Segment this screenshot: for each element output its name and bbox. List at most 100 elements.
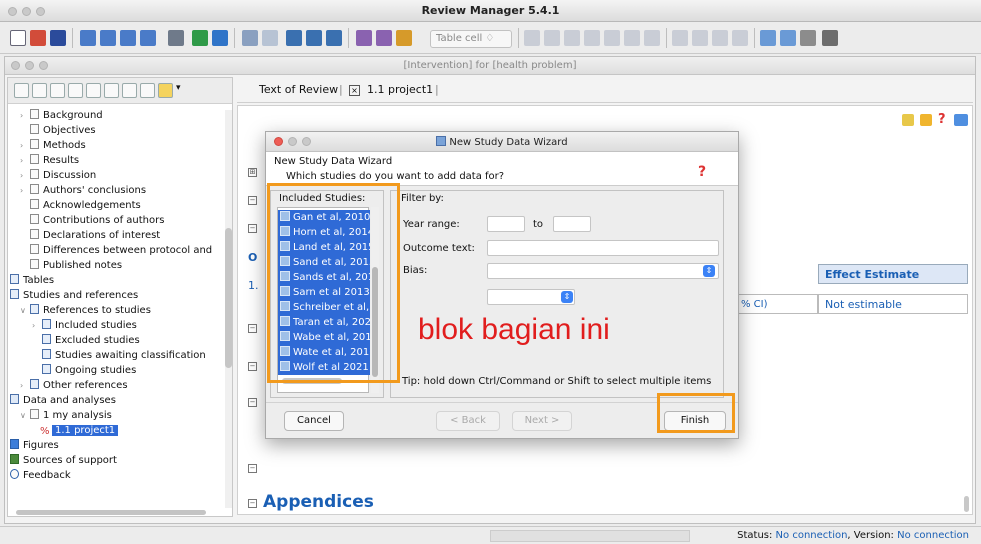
delete-icon[interactable] [120,30,136,46]
table-row-partial-1: 1. [248,279,259,292]
tree-item-acknowledgements[interactable]: Acknowledgements [30,198,141,213]
find-icon[interactable] [376,30,392,46]
collapse-toggle-3[interactable]: − [248,224,263,235]
navigate-icon[interactable] [954,114,968,126]
tree-item-differences[interactable]: Differences between protocol and [30,243,212,258]
add-icon[interactable] [100,30,116,46]
tree-item-discussion[interactable]: › Discussion [20,168,96,183]
forward-arrow-icon[interactable] [212,30,228,46]
help-icon[interactable]: ? [938,112,946,127]
filter-panel: Filter by: Year range: to Outcome text: … [390,190,724,398]
back-arrow-icon[interactable] [192,30,208,46]
tree-item-published-notes[interactable]: Published notes [30,258,122,273]
year-to-input[interactable] [553,216,591,232]
tree-item-declarations[interactable]: Declarations of interest [30,228,160,243]
collapse-toggle-1[interactable]: ⊞ [248,168,263,179]
sticky-note-icon[interactable] [920,114,932,126]
tab-text-of-review[interactable]: Text of Review [259,83,338,96]
outline-vertical-scrollbar[interactable] [225,110,232,508]
tree-item-authors-conclusions[interactable]: › Authors' conclusions [20,183,146,198]
style-select[interactable]: Table cell ♢ [430,30,512,48]
tree-item-feedback[interactable]: Feedback [10,468,71,483]
tree-item-excluded-studies[interactable]: Excluded studies [42,333,140,348]
spellcheck-icon[interactable] [356,30,372,46]
home-icon[interactable] [80,30,96,46]
year-from-input[interactable] [487,216,525,232]
tree-item-studies-references[interactable]: Studies and references [10,288,138,303]
edit-note-icon[interactable] [902,114,914,126]
insert-icon[interactable] [396,30,412,46]
tree-item-my-analysis[interactable]: ∨ 1 my analysis [20,408,112,423]
tree-item-figures[interactable]: Figures [10,438,59,453]
unlink-icon[interactable] [780,30,796,46]
tree-item-references-to-studies[interactable]: ∨ References to studies [20,303,151,318]
tree-item-results[interactable]: › Results [20,153,79,168]
outline-edit-icon[interactable] [32,83,47,98]
tree-item-tables[interactable]: Tables [10,273,54,288]
tree-item-awaiting-classification[interactable]: Studies awaiting classification [42,348,206,363]
collapse-toggle-6[interactable]: − [248,398,263,409]
save-icon[interactable] [50,30,66,46]
indent-icon[interactable] [712,30,728,46]
collapse-toggle-2[interactable]: − [248,196,263,207]
tree-item-ongoing-studies[interactable]: Ongoing studies [42,363,136,378]
content-scroll-thumb[interactable] [964,496,969,512]
draw-icon[interactable] [624,30,640,46]
superscript-icon[interactable] [584,30,600,46]
collapse-toggle-4[interactable]: − [248,324,263,335]
underline-icon[interactable] [564,30,580,46]
bias-select[interactable] [487,263,719,279]
view-icon[interactable] [822,30,838,46]
tree-item-other-references[interactable]: › Other references [20,378,128,393]
tree-item-objectives[interactable]: Objectives [30,123,96,138]
outline-add-icon[interactable] [158,83,173,98]
tree-item-sources-support[interactable]: Sources of support [10,453,117,468]
appendices-heading[interactable]: − Appendices [248,492,374,512]
next-button[interactable]: Next > [512,411,572,431]
outline-scroll-thumb[interactable] [225,228,232,368]
outline-view-icon[interactable] [14,83,29,98]
open-folder-icon[interactable] [30,30,46,46]
outline-horizontal-scrollbar[interactable] [16,510,206,515]
bullet-list-icon[interactable] [672,30,688,46]
redo-icon[interactable] [262,30,278,46]
cancel-button[interactable]: Cancel [284,411,344,431]
outline-note-icon[interactable] [68,83,83,98]
special-character-icon[interactable] [800,30,816,46]
tree-item-included-studies[interactable]: › Included studies [32,318,137,333]
tree-item-project1[interactable]: % 1.1 project1 [40,423,119,438]
collapse-toggle-7[interactable]: − [248,464,263,475]
outline-pencil-icon[interactable] [140,83,155,98]
numbered-list-icon[interactable] [692,30,708,46]
copy-icon[interactable] [306,30,322,46]
undo-icon[interactable] [242,30,258,46]
link-icon[interactable] [760,30,776,46]
table-icon[interactable] [644,30,660,46]
collapse-toggle-5[interactable]: − [248,362,263,373]
tree-item-data-analyses[interactable]: Data and analyses [10,393,116,408]
close-tab-icon[interactable]: × [349,85,360,96]
tree-item-methods[interactable]: › Methods [20,138,86,153]
outline-dropdown-icon[interactable]: ▾ [176,83,184,98]
bias-select-arrow-icon[interactable]: ⇕ [703,265,715,277]
outline-search-icon[interactable] [50,83,65,98]
properties-icon[interactable] [140,30,156,46]
outdent-icon[interactable] [732,30,748,46]
subscript-icon[interactable] [604,30,620,46]
outline-expand-icon[interactable] [86,83,101,98]
paste-icon[interactable] [326,30,342,46]
new-document-icon[interactable] [10,30,26,46]
bias-level-arrow-icon[interactable]: ⇕ [561,291,573,303]
tree-item-background[interactable]: › Background [20,108,103,123]
outline-up-icon[interactable] [104,83,119,98]
tab-project1[interactable]: 1.1 project1 [367,83,433,96]
cut-icon[interactable] [286,30,302,46]
tree-item-contributions[interactable]: Contributions of authors [30,213,164,228]
outcome-text-input[interactable] [487,240,719,256]
italic-icon[interactable] [544,30,560,46]
back-button[interactable]: < Back [436,411,500,431]
print-icon[interactable] [168,30,184,46]
outline-down-icon[interactable] [122,83,137,98]
wizard-help-icon[interactable]: ? [698,164,706,180]
bold-icon[interactable] [524,30,540,46]
